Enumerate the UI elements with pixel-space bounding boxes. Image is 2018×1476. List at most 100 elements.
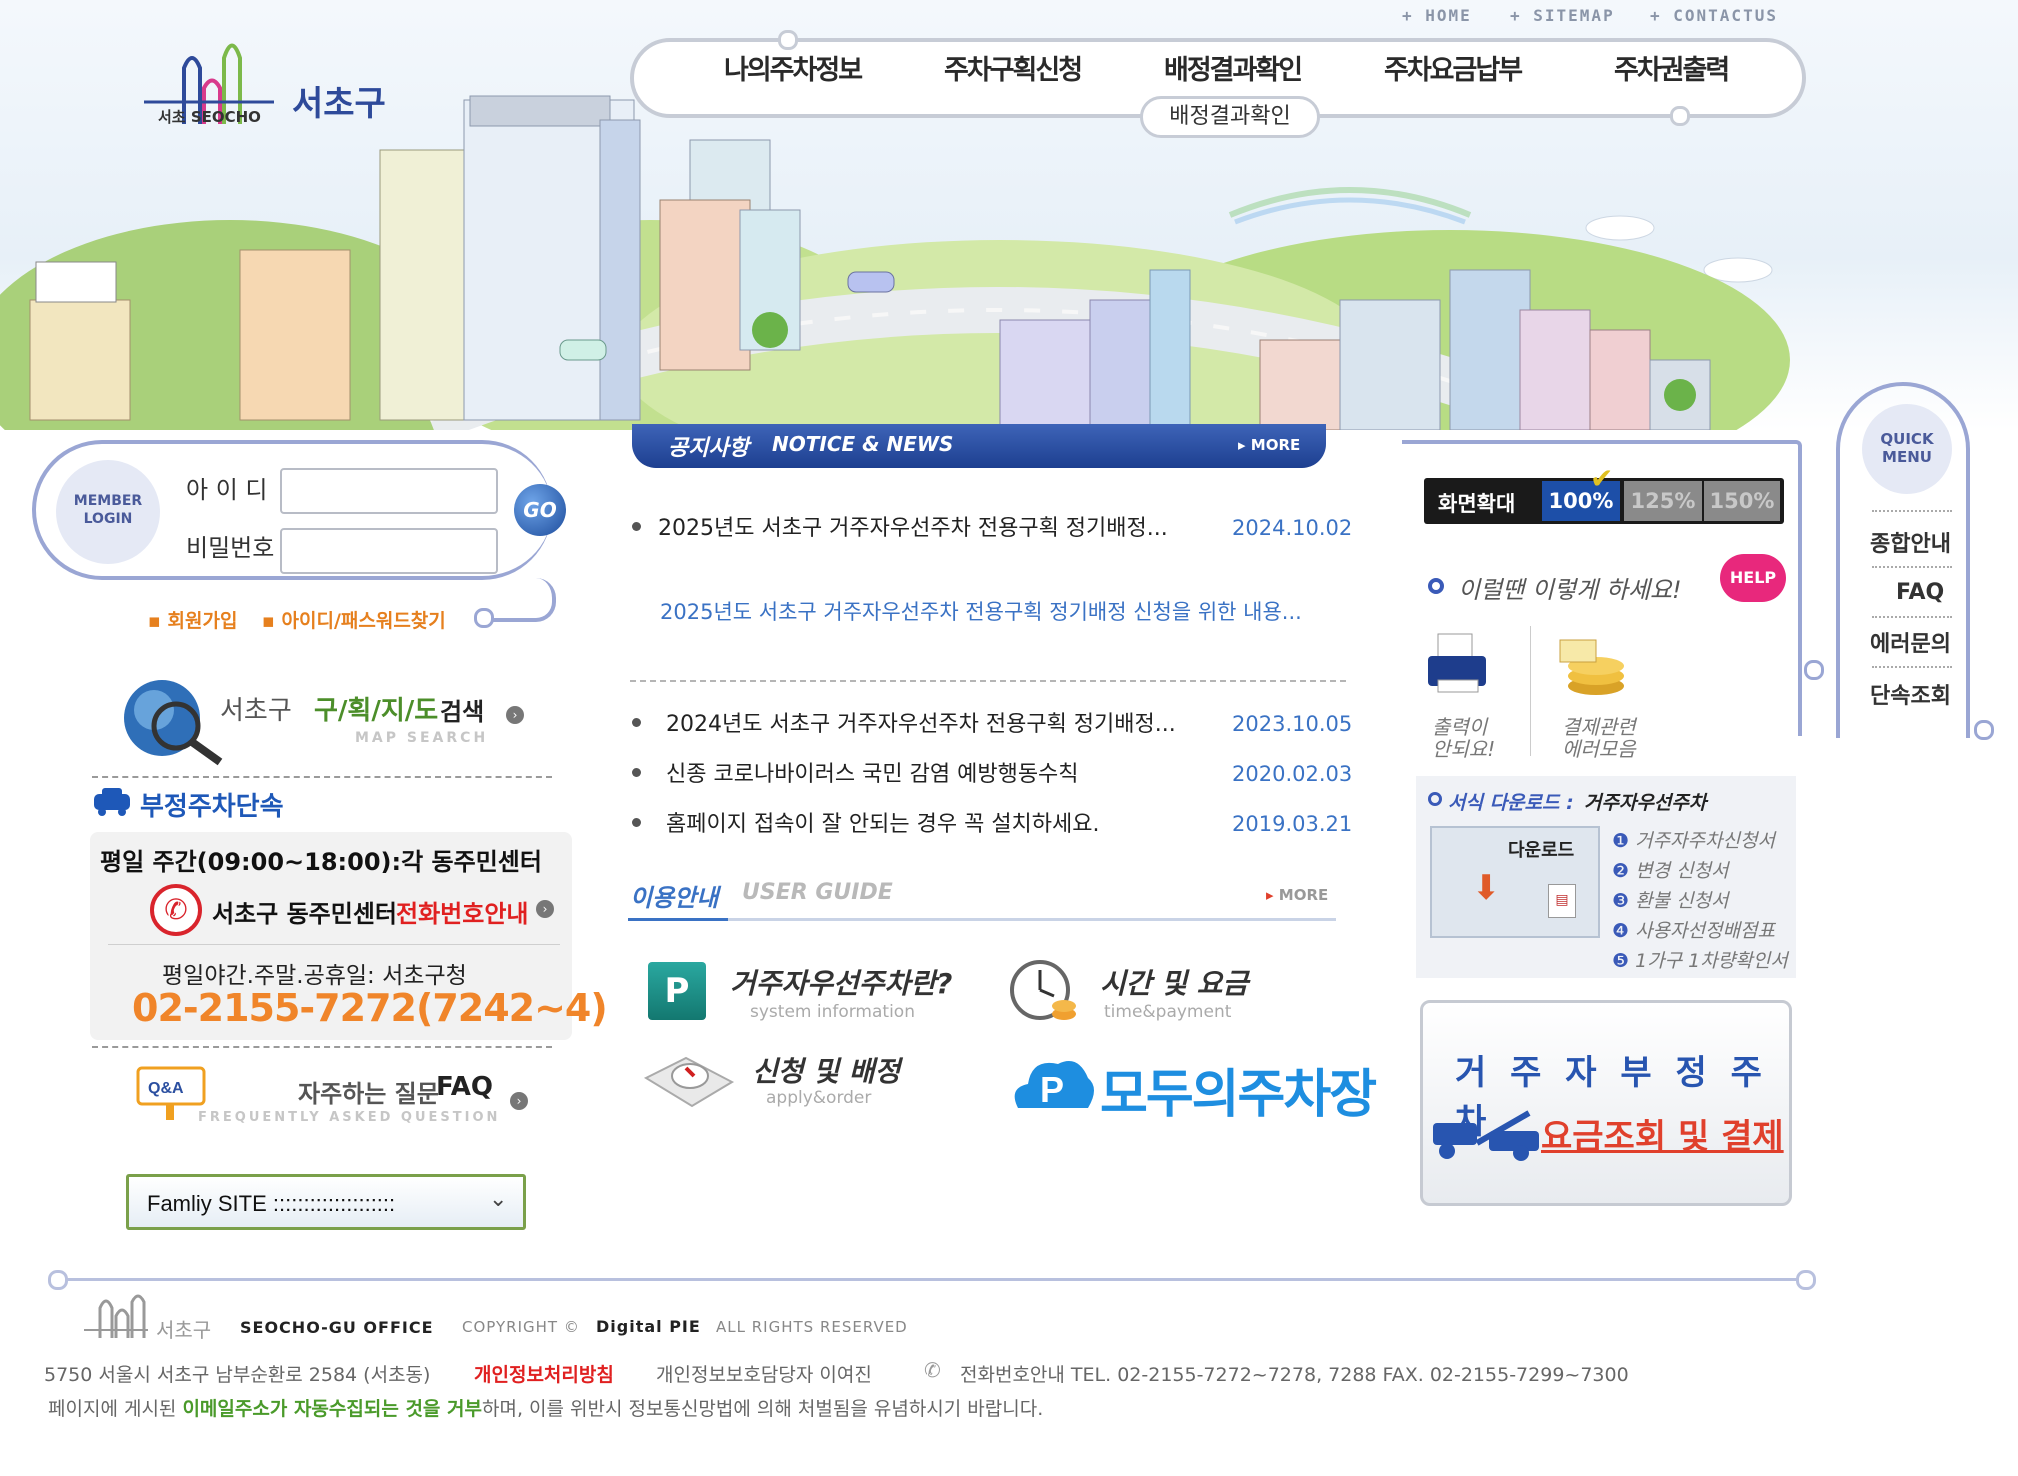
footer-rule bbox=[58, 1278, 1802, 1281]
notice-featured-date: 2024.10.02 bbox=[1232, 516, 1353, 540]
modu-parking-logo-icon[interactable]: P bbox=[1008, 1048, 1098, 1118]
download-item-label: 환불 신청서 bbox=[1635, 890, 1729, 912]
divider bbox=[1530, 626, 1531, 756]
clock-coins-icon[interactable] bbox=[1008, 956, 1078, 1026]
notice-featured-summary[interactable]: 2025년도 서초구 거주자우선주차 전용구획 정기배정 신청을 위한 내용..… bbox=[660, 596, 1302, 626]
bullet bbox=[632, 768, 641, 777]
login-deco-dot bbox=[474, 608, 494, 628]
guide-item-sub: apply&order bbox=[766, 1088, 872, 1108]
sub-tab-assignment-result[interactable]: 배정결과확인 bbox=[1140, 96, 1320, 138]
notice-item-title[interactable]: 홈페이지 접속이 잘 안되는 경우 꼭 설치하세요. bbox=[666, 806, 1100, 838]
notice-title-en: NOTICE & NEWS bbox=[772, 432, 954, 456]
document-icon: ▤ bbox=[1548, 884, 1576, 918]
guide-item-title[interactable]: 시간 및 요금 bbox=[1100, 962, 1248, 1002]
zoom-125-button[interactable]: 125% bbox=[1624, 481, 1702, 521]
printer-help-link[interactable]: 출력이 안되요! bbox=[1432, 716, 1495, 760]
home-link[interactable]: + HOME bbox=[1402, 6, 1472, 25]
center-phone-link[interactable]: 전화번호안내 bbox=[396, 894, 528, 929]
download-category: 거주자우선주차 bbox=[1584, 792, 1707, 814]
footer-logo-icon bbox=[80, 1290, 150, 1346]
password-label: 비밀번호 bbox=[186, 534, 275, 562]
id-input[interactable] bbox=[280, 468, 498, 514]
nav-deco-dot bbox=[778, 30, 798, 50]
coins-icon[interactable] bbox=[1556, 630, 1636, 700]
footer-rights: ALL RIGHTS RESERVED bbox=[716, 1318, 908, 1336]
logo-subtitle: 서초 SEOCHO bbox=[158, 108, 261, 126]
guide-more-label: MORE bbox=[1278, 886, 1329, 904]
download-item[interactable]: ❸ 환불 신청서 bbox=[1612, 886, 1788, 916]
nav-print-ticket[interactable]: 주차권출력 bbox=[1614, 48, 1730, 87]
sitemap-link[interactable]: + SITEMAP bbox=[1510, 6, 1615, 25]
notice-item-title[interactable]: 2024년도 서초구 거주자우선주차 전용구획 정기배정... bbox=[666, 706, 1176, 738]
qna-badge: Q&A bbox=[148, 1080, 184, 1097]
login-go-button[interactable]: GO bbox=[514, 484, 566, 536]
id-label: 아 이 디 bbox=[186, 476, 268, 504]
join-link[interactable]: ▪ 회원가입 bbox=[148, 606, 237, 633]
map-search-title3: 검색 bbox=[440, 698, 485, 726]
divider bbox=[92, 776, 552, 778]
faq-arrow-icon[interactable]: › bbox=[510, 1092, 528, 1110]
quick-menu-item[interactable]: 에러문의 bbox=[1870, 626, 1951, 658]
notice-item-title[interactable]: 신종 코로나바이러스 국민 감염 예방행동수칙 bbox=[666, 756, 1079, 788]
privacy-policy-link[interactable]: 개인정보처리방침 bbox=[474, 1360, 614, 1387]
bullet bbox=[632, 718, 641, 727]
zoom-150-button[interactable]: 150% bbox=[1704, 481, 1780, 521]
footer-company: Digital PIE bbox=[596, 1317, 701, 1336]
guide-item-title[interactable]: 신청 및 배정 bbox=[752, 1050, 900, 1090]
quick-menu-item[interactable]: FAQ bbox=[1896, 580, 1944, 605]
quick-menu-item[interactable]: 단속조회 bbox=[1870, 678, 1951, 710]
parking-p-icon[interactable]: P bbox=[648, 962, 706, 1020]
phone-icon: ✆ bbox=[924, 1358, 941, 1382]
bullet-circle-icon bbox=[1428, 578, 1444, 594]
nav-parking-fee[interactable]: 주차요금납부 bbox=[1384, 48, 1523, 87]
faq-title: 자주하는 질문 bbox=[298, 1080, 439, 1108]
footer-manager: 개인정보보호담당자 이여진 bbox=[656, 1364, 872, 1386]
guide-more-link[interactable]: ▸ MORE bbox=[1266, 886, 1328, 904]
printer-icon[interactable] bbox=[1424, 630, 1494, 700]
download-button[interactable]: 다운로드 ⬇ ▤ bbox=[1430, 826, 1600, 938]
download-item[interactable]: ❷ 변경 신청서 bbox=[1612, 856, 1788, 886]
faq-sub: FREQUENTLY ASKED QUESTION bbox=[198, 1110, 501, 1125]
guide-underline bbox=[628, 918, 728, 921]
quick-menu-title2: MENU bbox=[1882, 448, 1932, 466]
find-account-link[interactable]: ▪ 아이디/패스워드찾기 bbox=[262, 606, 446, 633]
guide-item-title[interactable]: 거주자우선주차란? bbox=[730, 962, 952, 1002]
help-title: 이럴땐 이렇게 하세요! bbox=[1458, 576, 1682, 604]
password-input[interactable] bbox=[280, 528, 498, 574]
quick-menu-item[interactable]: 종합안내 bbox=[1870, 526, 1951, 558]
nav-apply-parking[interactable]: 주차구획신청 bbox=[944, 48, 1083, 87]
modu-parking-banner[interactable]: 모두의주차장 bbox=[1100, 1052, 1377, 1127]
mouse-icon[interactable] bbox=[636, 1048, 736, 1118]
download-list: ❶ 거주자주차신청서 ❷ 변경 신청서 ❸ 환불 신청서 ❹ 사용자선정배점표 … bbox=[1612, 826, 1788, 976]
guide-title-en: USER GUIDE bbox=[742, 880, 893, 905]
footer-notice: 페이지에 게시된 이메일주소가 자동수집되는 것을 거부하며, 이를 위반시 정… bbox=[48, 1394, 1043, 1421]
quick-menu-badge: QUICK MENU bbox=[1862, 404, 1952, 494]
nav-my-parking[interactable]: 나의주차정보 bbox=[724, 48, 863, 87]
footer-copyright: COPYRIGHT © bbox=[462, 1318, 580, 1336]
nav-assignment-result[interactable]: 배정결과확인 bbox=[1164, 48, 1303, 87]
download-item[interactable]: ❹ 사용자선정배점표 bbox=[1612, 916, 1788, 946]
footer-office: SEOCHO-GU OFFICE bbox=[240, 1318, 434, 1337]
footer-notice-pre: 페이지에 게시된 bbox=[48, 1398, 177, 1420]
contactus-link[interactable]: + CONTACTUS bbox=[1650, 6, 1778, 25]
guide-title-kr: 이용안내 bbox=[630, 884, 719, 912]
payment-error-link[interactable]: 결제관련 에러모음 bbox=[1562, 716, 1636, 760]
car-icon bbox=[92, 786, 132, 816]
member-login-badge: MEMBER LOGIN bbox=[56, 460, 160, 564]
family-site-select[interactable]: Famliy SITE :::::::::::::::::::: ⌄ bbox=[126, 1174, 526, 1230]
help-badge[interactable]: HELP bbox=[1720, 554, 1786, 602]
night-info: 평일야간.주말.공휴일: 서초구청 bbox=[162, 963, 467, 989]
download-item[interactable]: ❺ 1가구 1차량확인서 bbox=[1612, 946, 1788, 976]
notice-header: 공지사항 NOTICE & NEWS ▸ MORE bbox=[632, 424, 1326, 468]
center-arrow-icon[interactable]: › bbox=[536, 900, 554, 918]
download-item-label: 변경 신청서 bbox=[1635, 860, 1729, 882]
notice-featured-title[interactable]: 2025년도 서초구 거주자우선주차 전용구획 정기배정... bbox=[658, 510, 1168, 542]
download-item[interactable]: ❶ 거주자주차신청서 bbox=[1612, 826, 1788, 856]
qna-icon[interactable]: Q&A bbox=[136, 1062, 206, 1120]
illegal-parking-banner[interactable]: 거 주 자 부 정 주 차 요금조회 및 결제 bbox=[1420, 1000, 1792, 1206]
download-item-label: 1가구 1차량확인서 bbox=[1635, 950, 1788, 972]
footer-notice-post: 하며, 이를 위반시 정보통신망법에 의해 처벌됨을 유념하시기 바랍니다. bbox=[481, 1398, 1044, 1420]
check-icon: ✔ bbox=[1590, 462, 1614, 495]
notice-more-link[interactable]: ▸ MORE bbox=[1238, 436, 1300, 454]
map-search-arrow-icon[interactable]: › bbox=[506, 706, 524, 724]
